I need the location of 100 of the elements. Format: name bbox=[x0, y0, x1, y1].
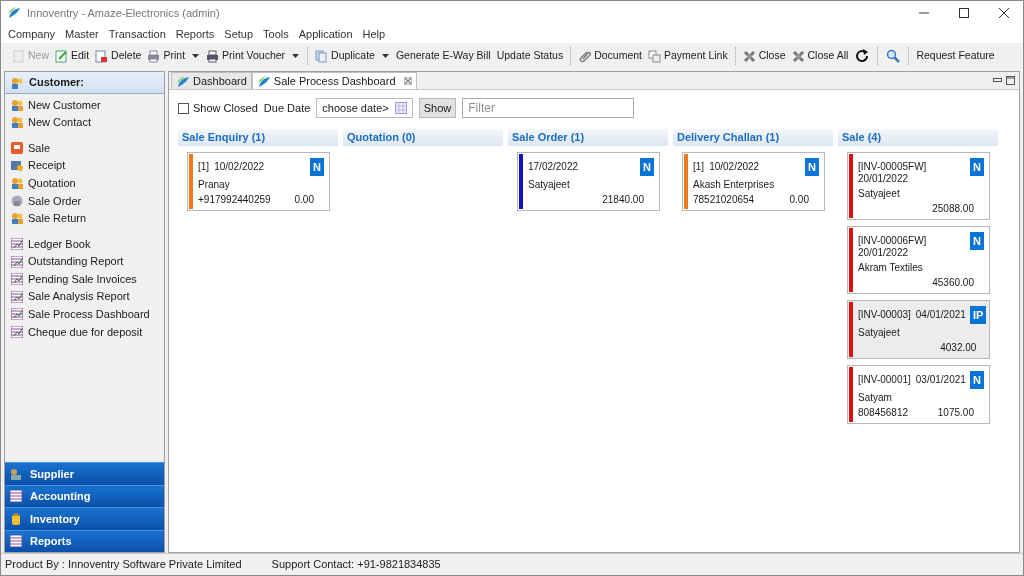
column-header: Quotation (0) bbox=[343, 129, 503, 146]
status-badge: N bbox=[310, 158, 324, 176]
menu-item[interactable]: Reports bbox=[170, 25, 220, 43]
card-reference: [INV-00001] bbox=[858, 374, 911, 386]
sidebar-item[interactable]: Sale Return bbox=[5, 209, 164, 228]
caret-icon bbox=[381, 54, 389, 58]
customer-name: Satyajeet bbox=[858, 327, 901, 339]
checkbox[interactable] bbox=[178, 102, 189, 114]
column-header: Sale Enquiry (1) bbox=[178, 129, 338, 146]
report-icon bbox=[10, 490, 22, 503]
maximize-icon[interactable] bbox=[1006, 76, 1015, 85]
tab[interactable]: Dashboard bbox=[171, 72, 252, 89]
menu-item[interactable]: Master bbox=[60, 25, 104, 43]
customer-name: Akash Enterprises bbox=[693, 179, 776, 191]
toolbar-button[interactable]: Generate E-Way Bill bbox=[392, 45, 494, 67]
card[interactable]: [1] 10/02/2022 N Akash Enterprises 78521020654 0.00 bbox=[682, 152, 825, 211]
close-icon[interactable] bbox=[999, 8, 1009, 18]
sidebar-item[interactable]: Outstanding Report bbox=[5, 252, 164, 271]
column-header: Delivery Challan (1) bbox=[673, 129, 833, 146]
status-badge: N bbox=[805, 158, 819, 176]
minimize-icon[interactable] bbox=[993, 76, 1002, 85]
toolbar-button[interactable]: Close bbox=[739, 45, 789, 67]
sidebar-item[interactable]: Pending Sale Invoices bbox=[5, 270, 164, 288]
window-title: Innoventry - Amaze-Electronics (admin) bbox=[27, 5, 220, 21]
caret-icon bbox=[192, 54, 200, 58]
sidebar-item[interactable]: New Customer bbox=[5, 96, 164, 114]
card-date: 04/01/2021 bbox=[915, 309, 966, 321]
due-date-label: Due Date bbox=[263, 100, 311, 116]
toolbar-button[interactable]: Document bbox=[575, 45, 646, 67]
card-date: 20/01/2022 bbox=[858, 173, 909, 185]
caret-icon bbox=[292, 54, 300, 58]
status-badge: N bbox=[970, 232, 984, 250]
toolbar-button[interactable]: Delete bbox=[92, 45, 145, 67]
card[interactable]: [INV-00006FW] 20/01/2022 N Akram Textiles 45360.00 bbox=[847, 226, 990, 294]
people-icon bbox=[10, 467, 22, 480]
checkbox-label[interactable]: Show Closed bbox=[193, 99, 258, 117]
card-reference: [1] bbox=[693, 161, 705, 173]
sidebar-item[interactable]: Sale Analysis Report bbox=[5, 287, 164, 306]
amount: 0.00 bbox=[294, 194, 314, 206]
card[interactable]: [INV-00005FW] 20/01/2022 N Satyajeet 25088.00 bbox=[847, 152, 990, 220]
customer-name: Satyajeet bbox=[528, 179, 571, 191]
sidebar-section[interactable]: Reports bbox=[5, 529, 164, 552]
filter-field[interactable]: Filter bbox=[462, 98, 635, 118]
sidebar-item[interactable]: Quotation bbox=[5, 174, 164, 192]
amount: 21840.00 bbox=[602, 194, 644, 206]
people-icon bbox=[11, 177, 23, 190]
phone-number: 78521020654 bbox=[693, 194, 755, 206]
card-date: 20/01/2022 bbox=[858, 247, 909, 259]
status-badge: IP bbox=[970, 306, 987, 324]
box-icon bbox=[11, 142, 23, 154]
status-badge: N bbox=[970, 158, 984, 176]
people-icon bbox=[11, 212, 23, 225]
menu-item[interactable]: Tools bbox=[258, 25, 294, 43]
customer-name: Satyam bbox=[858, 392, 893, 404]
card[interactable]: [INV-00001] 03/01/2021 N Satyam 808456812 1075.00 bbox=[847, 365, 990, 424]
sidebar-section[interactable]: Accounting bbox=[5, 484, 164, 507]
amount: 1075.00 bbox=[937, 407, 974, 419]
report-icon bbox=[11, 273, 23, 286]
toolbar-button[interactable]: Edit bbox=[52, 45, 93, 67]
date-field[interactable]: choose date> bbox=[316, 98, 413, 118]
menu-item[interactable]: Application bbox=[293, 25, 358, 43]
card[interactable]: 17/02/2022 N Satyajeet 21840.00 bbox=[517, 152, 660, 211]
card[interactable]: [INV-00003] 04/01/2021 IP Satyajeet 4032.00 bbox=[847, 300, 990, 359]
menu-item[interactable]: Transaction bbox=[103, 25, 171, 43]
toolbar-button[interactable]: Close All bbox=[788, 45, 852, 67]
sidebar-item[interactable]: Sale Process Dashboard bbox=[5, 305, 164, 324]
menu-item[interactable]: Company bbox=[3, 25, 61, 43]
sidebar-item[interactable]: New Contact bbox=[5, 113, 164, 132]
report-icon bbox=[11, 237, 23, 250]
sidebar-item[interactable]: Receipt bbox=[5, 156, 164, 175]
card[interactable]: [1] 10/02/2022 N Pranay +917992440259 0.00 bbox=[187, 152, 330, 211]
menu-item[interactable]: Setup bbox=[219, 25, 259, 43]
sidebar-item[interactable]: Sale Order bbox=[5, 191, 164, 210]
toolbar-button[interactable]: Duplicate bbox=[312, 45, 378, 67]
status-badge: N bbox=[970, 371, 984, 389]
toolbar-button[interactable]: Payment Link bbox=[645, 45, 731, 67]
tab[interactable]: Sale Process Dashboard bbox=[251, 72, 417, 89]
people-icon bbox=[11, 116, 23, 129]
toolbar-button[interactable]: Print bbox=[144, 45, 189, 67]
maximize-icon[interactable] bbox=[959, 8, 969, 18]
toolbar-button[interactable]: Print Voucher bbox=[203, 45, 289, 67]
sidebar-item[interactable]: Cheque due for deposit bbox=[5, 323, 164, 341]
sidebar-section[interactable]: Supplier bbox=[5, 462, 164, 485]
printer-icon bbox=[147, 49, 161, 63]
phone-number: 808456812 bbox=[858, 407, 909, 419]
page-icon bbox=[12, 49, 25, 63]
show-button[interactable]: Show bbox=[418, 98, 457, 118]
amount: 0.00 bbox=[789, 194, 809, 206]
search-icon bbox=[886, 49, 901, 63]
calendar-icon[interactable] bbox=[394, 102, 407, 114]
amount: 25088.00 bbox=[932, 203, 974, 215]
card-reference: [INV-00005FW] bbox=[858, 161, 927, 173]
sidebar-item[interactable]: Ledger Book bbox=[5, 235, 164, 253]
toolbar-button[interactable]: Update Status bbox=[493, 45, 567, 67]
menu-item[interactable]: Help bbox=[357, 25, 391, 43]
sidebar-item[interactable]: Sale bbox=[5, 139, 164, 157]
toolbar-button[interactable]: Request Feature bbox=[913, 45, 998, 67]
sidebar-section[interactable]: Inventory bbox=[5, 507, 164, 530]
amount: 45360.00 bbox=[932, 277, 974, 289]
card-reference: [INV-00003] bbox=[858, 309, 911, 321]
